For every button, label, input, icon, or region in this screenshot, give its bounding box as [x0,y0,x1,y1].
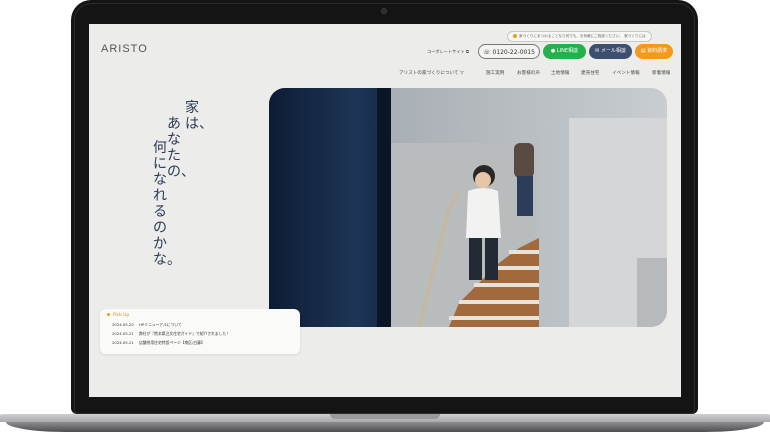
line-icon: ● [550,48,556,54]
website-screen: ARISTO 家づくりにまつわることなら何でも、お気軽にご相談ください。 家づく… [89,24,681,397]
news-item[interactable]: 2024.05.21 弊社が『熊本県注文住宅ガイド』で紹介されました！ [112,331,230,337]
mail-icon: ✉ [595,48,600,54]
nav-item-news[interactable]: 新着情報 [652,70,670,76]
hero-tagline-col2: あなたの、 [167,116,195,180]
hero-tagline-col1: 家は、 [185,100,213,132]
notice-dot-icon [513,34,517,38]
nav-item-about[interactable]: アリストの家づくりについて ▽ [399,70,464,76]
nav-item-ready-built[interactable]: 建売住宅 [581,70,599,76]
document-request-button[interactable]: ▤ 資料請求 [635,44,673,59]
pickup-dot-icon [107,313,110,316]
header-notice: 家づくりにまつわることなら何でも、お気軽にご相談ください。 家づくりには [507,31,652,42]
laptop-base-bottom [6,422,764,432]
document-icon: ▤ [640,48,646,54]
mail-consult-button[interactable]: ✉ メール相談 [589,44,632,59]
aristo-logo[interactable]: ARISTO [101,43,148,55]
nav-item-land[interactable]: 土地情報 [551,70,569,76]
line-consult-button[interactable]: ● LINE相談 [543,44,586,59]
news-item[interactable]: 2024.05.20 HPリニューアルについて [112,322,182,328]
news-item[interactable]: 2024.05.21 店舗併用住宅特設ページ【南区/白藤】 [112,340,205,346]
chevron-down-icon: ▽ [460,71,464,76]
external-link-icon: ⧉ [466,49,470,54]
tel-button[interactable]: ☏ 0120-22-0015 [478,44,540,59]
hero-photo [269,88,667,327]
corporate-site-link[interactable]: コーポレートサイト ⧉ [427,49,469,55]
laptop-opening-notch [330,414,440,419]
pickup-title: Pick Up [107,313,129,318]
phone-icon: ☏ [483,49,491,56]
nav-item-events[interactable]: イベント情報 [612,70,640,76]
pickup-panel: Pick Up 2024.05.20 HPリニューアルについて 2024.05.2… [100,309,300,354]
laptop-base [0,414,770,438]
hero-tagline-col3: 何になれるのかな。 [153,140,181,268]
nav-item-voice[interactable]: お客様の声 [517,70,540,76]
nav-item-works[interactable]: 施工実例 [486,70,504,76]
webcam-icon [381,8,387,14]
hero-illustration [269,88,667,327]
